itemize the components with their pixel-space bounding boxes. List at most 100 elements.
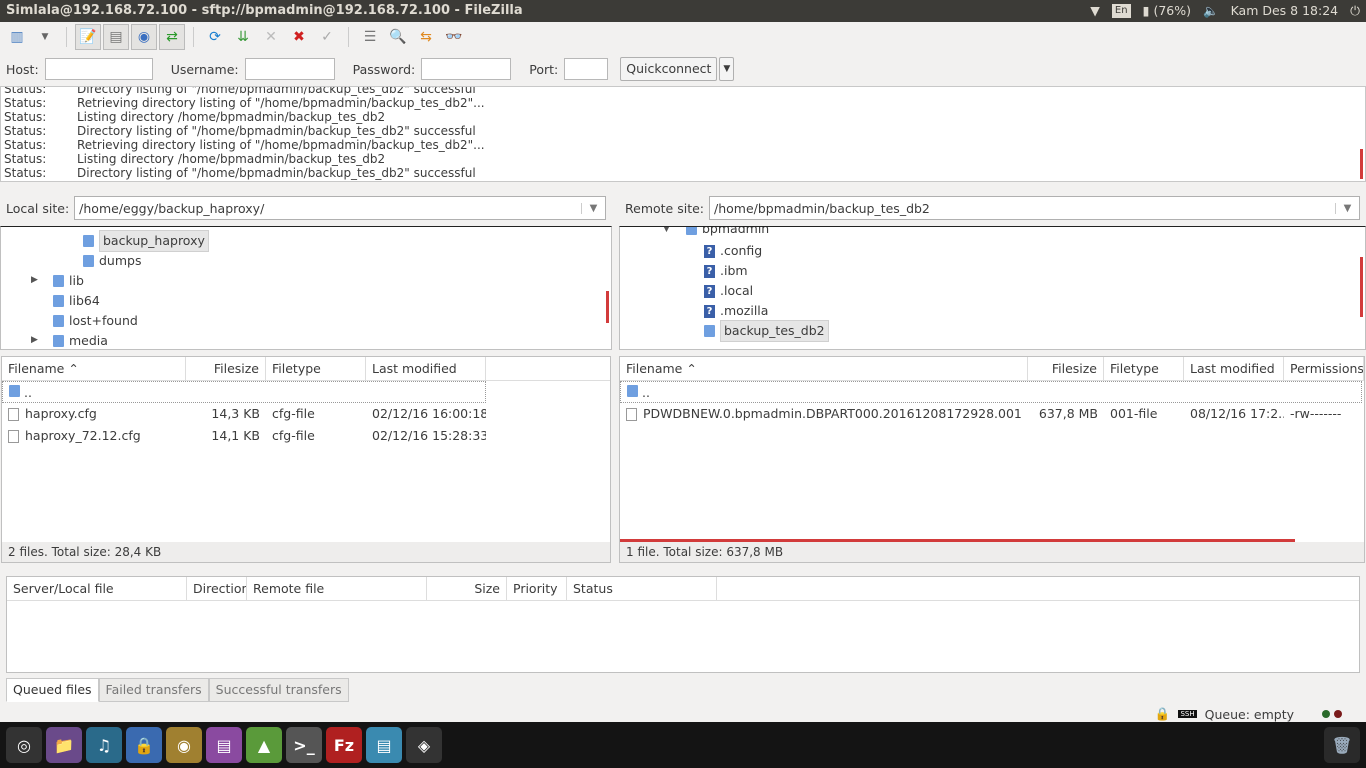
log-scrollbar[interactable] <box>1360 149 1363 179</box>
column-priority[interactable]: Priority <box>507 577 567 600</box>
disconnect-icon[interactable]: ✖ <box>286 24 312 50</box>
column-filesize[interactable]: Filesize <box>186 357 266 380</box>
local-path-combo[interactable]: /home/eggy/backup_haproxy/ ▼ <box>74 196 606 220</box>
tree-item[interactable]: ? .mozilla <box>704 301 768 321</box>
image-viewer-app-icon[interactable]: ▲ <box>246 727 282 763</box>
tree-item[interactable]: lost+found <box>53 311 138 331</box>
ubuntu-logo-icon[interactable]: ◎ <box>6 727 42 763</box>
files-app-icon[interactable]: 📁 <box>46 727 82 763</box>
file-size: 14,1 KB <box>211 428 260 443</box>
column-filename[interactable]: Filename ⌃ <box>2 357 186 380</box>
terminal-app-icon[interactable]: >_ <box>286 727 322 763</box>
tab-queued-files[interactable]: Queued files <box>6 678 99 702</box>
tree-item[interactable]: dumps <box>83 251 141 271</box>
host-input[interactable] <box>44 58 153 80</box>
folder-icon <box>627 385 638 397</box>
tree-item[interactable]: lib64 <box>53 291 100 311</box>
tab-successful-transfers[interactable]: Successful transfers <box>208 678 349 702</box>
file-row[interactable]: PDWDBNEW.0.bpmadmin.DBPART000.2016120817… <box>620 403 1364 425</box>
column-direction[interactable]: Direction <box>187 577 247 600</box>
file-modified: 02/12/16 15:28:33 <box>372 428 486 443</box>
site-manager-icon[interactable]: ▥ <box>4 24 30 50</box>
tree-item[interactable]: lib <box>53 271 84 291</box>
tree-item[interactable]: backup_tes_db2 <box>704 320 829 342</box>
parent-dir-row[interactable]: .. <box>2 381 486 403</box>
toggle-log-icon[interactable]: 📝 <box>75 24 101 50</box>
quickconnect-button[interactable]: Quickconnect <box>620 57 718 81</box>
password-input[interactable] <box>421 58 512 80</box>
refresh-icon[interactable]: ⟳ <box>202 24 228 50</box>
settings-icon[interactable]: ⏻ <box>1350 0 1360 22</box>
keyboard-layout[interactable]: En <box>1111 4 1131 18</box>
file-row[interactable]: haproxy_72.12.cfg 14,1 KB cfg-file 02/12/16… <box>2 425 610 447</box>
chevron-down-icon[interactable]: ▼ <box>1335 202 1359 214</box>
volume-icon[interactable]: 🔈 <box>1203 0 1219 22</box>
column-filetype[interactable]: Filetype <box>1104 357 1184 380</box>
cancel-operation-icon[interactable]: ✕ <box>258 24 284 50</box>
keyring-app-icon[interactable]: 🔒 <box>126 727 162 763</box>
tree-item[interactable]: ? .local <box>704 281 753 301</box>
screenshot-app-icon[interactable]: ◈ <box>406 727 442 763</box>
column-server-local-file[interactable]: Server/Local file <box>7 577 187 600</box>
port-input[interactable] <box>564 58 609 80</box>
file-row[interactable]: haproxy.cfg 14,3 KB cfg-file 02/12/16 16:00… <box>2 403 610 425</box>
trash-icon[interactable]: 🗑 <box>1324 727 1360 763</box>
toggle-queue-icon[interactable]: ⇄ <box>159 24 185 50</box>
system-tray: ▼ En ▮ (76%) 🔈 Kam Des 8 18:24 ⏻ <box>1090 0 1360 22</box>
username-input[interactable] <box>244 58 335 80</box>
directory-filter-icon[interactable]: ☰ <box>357 24 383 50</box>
tree-item[interactable]: ? .config <box>704 241 762 261</box>
tab-failed-transfers[interactable]: Failed transfers <box>98 678 209 702</box>
password-label: Password: <box>352 61 416 77</box>
compare-icon[interactable]: 🔍 <box>385 24 411 50</box>
sync-browsing-icon[interactable]: ⇆ <box>413 24 439 50</box>
log-entry: Status: Listing directory /home/bpmadmin/… <box>1 152 1365 166</box>
process-queue-icon[interactable]: ⇊ <box>230 24 256 50</box>
reconnect-icon[interactable]: ✓ <box>314 24 340 50</box>
text-editor-app-icon[interactable]: ▤ <box>206 727 242 763</box>
column-filetype[interactable]: Filetype <box>266 357 366 380</box>
remote-tree-scrollbar[interactable] <box>1360 257 1363 317</box>
file-icon <box>8 408 19 421</box>
search-files-icon[interactable]: 👓 <box>441 24 467 50</box>
tree-item[interactable]: bpmadmin <box>686 227 769 239</box>
column-filesize[interactable]: Filesize <box>1028 357 1104 380</box>
remote-path-combo[interactable]: /home/bpmadmin/backup_tes_db2 ▼ <box>709 196 1360 220</box>
local-tree-scrollbar[interactable] <box>606 291 609 323</box>
file-permissions: -rw------- <box>1290 406 1342 421</box>
filezilla-app-icon[interactable]: Fz <box>326 727 362 763</box>
toggle-remote-tree-icon[interactable]: ◉ <box>131 24 157 50</box>
site-manager-dropdown-icon[interactable]: ▼ <box>32 24 58 50</box>
file-size: 14,3 KB <box>211 406 260 421</box>
clock[interactable]: Kam Des 8 18:24 <box>1231 0 1339 22</box>
tree-item[interactable]: ? .ibm <box>704 261 748 281</box>
battery-indicator[interactable]: ▮ (76%) <box>1143 0 1191 22</box>
column-last-modified[interactable]: Last modified <box>366 357 486 380</box>
column-status[interactable]: Status <box>567 577 717 600</box>
column-size[interactable]: Size <box>427 577 507 600</box>
expand-arrow-icon[interactable]: ▶ <box>31 275 38 285</box>
column-remote-file[interactable]: Remote file <box>247 577 427 600</box>
column-filename[interactable]: Filename ⌃ <box>620 357 1028 380</box>
toggle-local-tree-icon[interactable]: ▤ <box>103 24 129 50</box>
unknown-folder-icon: ? <box>704 304 715 318</box>
quickconnect-dropdown[interactable]: ▼ <box>719 57 735 81</box>
expand-arrow-icon[interactable]: ▶ <box>31 335 38 345</box>
column-last-modified[interactable]: Last modified <box>1184 357 1284 380</box>
collapse-arrow-icon[interactable]: ▼ <box>663 227 670 234</box>
music-app-icon[interactable]: ♫ <box>86 727 122 763</box>
tree-item[interactable]: backup_haproxy <box>83 230 209 252</box>
document-app-icon[interactable]: ▤ <box>366 727 402 763</box>
toolbar-separator <box>193 27 194 47</box>
wifi-icon[interactable]: ▼ <box>1090 0 1100 22</box>
column-permissions[interactable]: Permissions <box>1284 357 1364 380</box>
tree-item-label: .local <box>720 283 754 298</box>
toolbar-separator <box>66 27 67 47</box>
log-entry: Status: Retrieving directory listing of "… <box>1 138 1365 152</box>
parent-dir-row[interactable]: .. <box>620 381 1362 403</box>
message-log[interactable]: Status: Directory listing of "/home/bpmad… <box>0 86 1366 182</box>
unknown-folder-icon: ? <box>704 284 715 298</box>
chrome-app-icon[interactable]: ◉ <box>166 727 202 763</box>
chevron-down-icon[interactable]: ▼ <box>581 202 605 214</box>
tree-item[interactable]: media <box>53 331 108 349</box>
